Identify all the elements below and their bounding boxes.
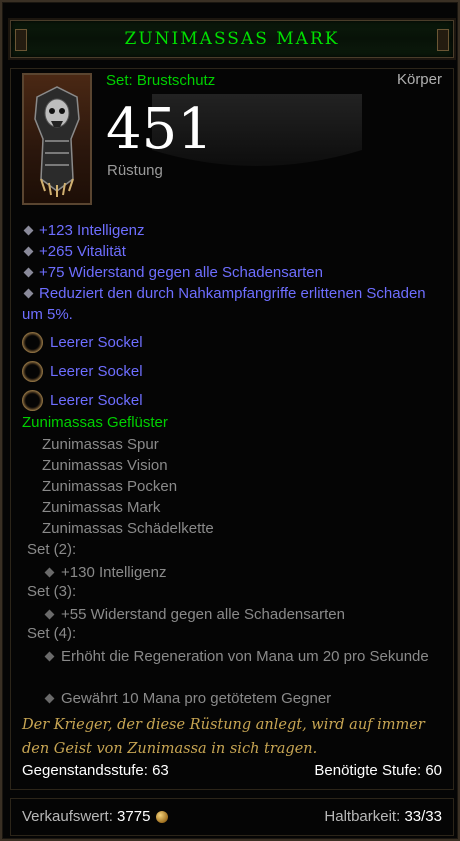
bullet-diamond-icon <box>23 267 34 277</box>
set-piece: Zunimassas Mark <box>42 499 161 516</box>
bullet-diamond-icon <box>23 288 34 298</box>
sell-value: Verkaufswert: 3775 <box>22 808 169 825</box>
empty-socket: Leerer Sockel <box>22 361 143 382</box>
socket-ring-icon <box>22 390 43 411</box>
empty-socket: Leerer Sockel <box>22 390 143 411</box>
set-bonus-line: Erhöht die Regeneration von Mana um 20 p… <box>22 646 442 667</box>
chest-armor-icon <box>22 73 92 205</box>
item-slot: Körper <box>396 71 442 88</box>
affix-line: +123 Intelligenz <box>22 220 442 241</box>
set-piece: Zunimassas Vision <box>42 457 168 474</box>
set-bonus-header: Set (4): <box>27 625 77 642</box>
set-bonus-line: +130 Intelligenz <box>22 562 442 583</box>
item-name: Zunimassas Mark <box>124 29 340 49</box>
item-title-bar: Zunimassas Mark <box>10 20 454 58</box>
affix-line: Reduziert den durch Nahkampfangriffe erl… <box>22 285 426 323</box>
set-bonus-header: Set (3): <box>27 583 77 600</box>
required-level: Benötigte Stufe: 60 <box>314 762 442 779</box>
set-piece: Zunimassas Spur <box>42 436 159 453</box>
set-bonus-line: Gewährt 10 Mana pro getötetem Gegner <box>22 688 442 709</box>
bullet-diamond-icon <box>44 693 55 703</box>
armor-label: Rüstung <box>107 162 163 179</box>
set-bonus-line: +55 Widerstand gegen alle Schadensarten <box>22 604 442 625</box>
set-piece: Zunimassas Schädelkette <box>42 520 214 537</box>
set-piece: Zunimassas Pocken <box>42 478 178 495</box>
flavor-text: Der Krieger, der diese Rüstung anlegt, w… <box>22 717 425 757</box>
affix-line: +75 Widerstand gegen alle Schadensarten <box>22 262 442 283</box>
set-name: Zunimassas Geflüster <box>22 414 168 431</box>
armor-value: 451 <box>106 97 213 162</box>
bullet-diamond-icon <box>23 246 34 256</box>
item-tooltip: Zunimassas Mark Set: Brustschutz Körper … <box>0 0 460 841</box>
durability: Haltbarkeit: 33/33 <box>324 808 442 825</box>
socket-ring-icon <box>22 332 43 353</box>
affix-line: +265 Vitalität <box>22 241 442 262</box>
gold-coin-icon <box>156 810 169 823</box>
bullet-diamond-icon <box>44 651 55 661</box>
empty-socket: Leerer Sockel <box>22 332 143 353</box>
bullet-diamond-icon <box>44 567 55 577</box>
set-bonus-header: Set (2): <box>27 541 77 558</box>
item-set-type: Set: Brustschutz <box>106 72 216 89</box>
bullet-diamond-icon <box>44 609 55 619</box>
item-level: Gegenstandsstufe: 63 <box>22 762 169 779</box>
socket-ring-icon <box>22 361 43 382</box>
bullet-diamond-icon <box>23 225 34 235</box>
